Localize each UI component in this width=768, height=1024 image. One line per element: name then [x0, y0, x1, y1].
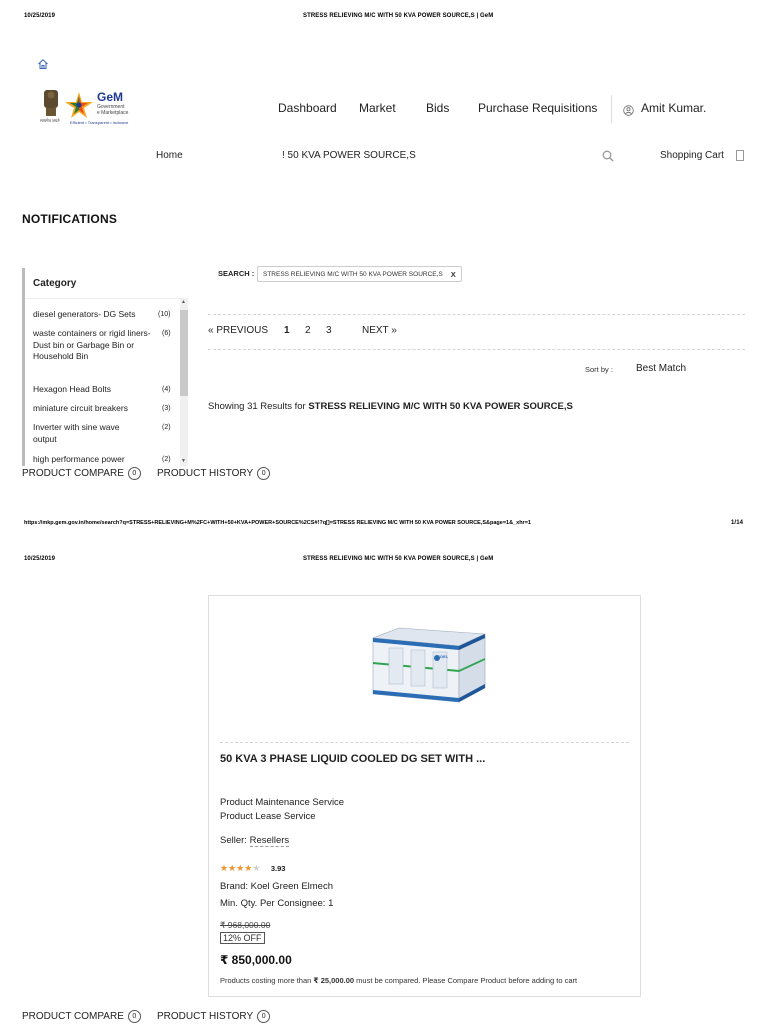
- product-card-divider: [220, 742, 629, 743]
- category-count: (2): [162, 456, 171, 463]
- gem-line2: e Marketplace: [97, 110, 129, 116]
- search-icon[interactable]: [602, 149, 614, 167]
- category-count: (4): [162, 386, 171, 393]
- pagination-divider-top: [208, 314, 745, 315]
- product-service-maintenance: Product Maintenance Service: [220, 797, 345, 808]
- print-title-2: STRESS RELIEVING M/C WITH 50 KVA POWER S…: [303, 556, 494, 562]
- product-compare-count: 0: [127, 1010, 141, 1023]
- note-prefix: Products costing more than: [220, 976, 312, 985]
- pagination-page-1[interactable]: 1: [284, 325, 290, 336]
- results-summary: Showing 31 Results for STRESS RELIEVING …: [208, 401, 573, 412]
- product-rating: ★★★★★ 3.93: [220, 858, 285, 876]
- search-filter-chip-text: STRESS RELIEVING M/C WITH 50 KVA POWER S…: [263, 270, 443, 278]
- print-date: 10/25/2019: [24, 13, 56, 19]
- product-rating-value: 3.93: [270, 864, 286, 873]
- product-compare-label: PRODUCT COMPARE: [22, 468, 124, 480]
- product-seller: Seller: Resellers: [220, 835, 290, 847]
- category-count: (3): [162, 405, 171, 412]
- print-page-number: 1/14: [731, 520, 744, 526]
- product-history[interactable]: PRODUCT HISTORY 0: [157, 467, 271, 480]
- nav-divider: [611, 95, 612, 123]
- sort-select[interactable]: Best Match: [636, 363, 686, 374]
- print-title: STRESS RELIEVING M/C WITH 50 KVA POWER S…: [303, 13, 494, 19]
- gem-logo[interactable]: सत्यमेव जयते GeM Government e Marketplac…: [40, 88, 136, 128]
- category-item-hexagon-head-bolts[interactable]: Hexagon Head Bolts: [33, 384, 151, 396]
- product-history-label: PRODUCT HISTORY: [157, 468, 254, 480]
- category-title: Category: [33, 278, 77, 289]
- product-history-label: PRODUCT HISTORY: [157, 1011, 254, 1023]
- close-icon[interactable]: X: [451, 270, 456, 279]
- star-icon: ★: [228, 863, 237, 873]
- gem-tagline: Efficient • Transparent • Inclusive: [70, 120, 129, 125]
- category-item-miniature-circuit-breakers[interactable]: miniature circuit breakers: [33, 403, 151, 415]
- sort-label: Sort by :: [585, 365, 613, 374]
- user-menu[interactable]: Amit Kumar.: [641, 101, 706, 115]
- pagination-next[interactable]: NEXT »: [362, 325, 397, 336]
- product-history-count: 0: [257, 467, 271, 480]
- category-count: (10): [158, 311, 171, 318]
- nav-dashboard[interactable]: Dashboard: [278, 101, 337, 115]
- cart-icon[interactable]: [736, 150, 744, 161]
- category-count: (6): [162, 330, 171, 337]
- product-seller-label: Seller:: [220, 835, 247, 846]
- product-mrp: ₹ 968,000.00: [220, 920, 271, 930]
- user-icon: [623, 103, 634, 121]
- pagination-previous[interactable]: « PREVIOUS: [208, 325, 268, 336]
- product-min-qty: Min. Qty. Per Consignee: 1: [220, 898, 334, 909]
- product-history-count: 0: [257, 1010, 271, 1023]
- nav-market[interactable]: Market: [359, 101, 396, 115]
- emblem-text: सत्यमेव जयते: [40, 118, 60, 123]
- scroll-up-icon[interactable]: ▲: [181, 299, 186, 305]
- product-brand: Brand: Koel Green Elmech: [220, 881, 334, 892]
- pagination-divider-bottom: [208, 349, 745, 350]
- product-service-lease: Product Lease Service: [220, 811, 316, 822]
- search-filter-chip: STRESS RELIEVING M/C WITH 50 KVA POWER S…: [257, 266, 462, 282]
- category-divider: [25, 298, 187, 299]
- gem-star-icon: [65, 92, 93, 118]
- category-panel: Category diesel generators- DG Sets (10)…: [22, 268, 190, 466]
- results-query: STRESS RELIEVING M/C WITH 50 KVA POWER S…: [308, 401, 573, 412]
- results-prefix: Showing 31 Results for: [208, 401, 306, 412]
- product-compare-2[interactable]: PRODUCT COMPARE 0: [22, 1010, 141, 1023]
- product-title[interactable]: 50 KVA 3 PHASE LIQUID COOLED DG SET WITH…: [220, 753, 485, 765]
- note-suffix: must be compared. Please Compare Product…: [356, 976, 578, 985]
- product-history-2[interactable]: PRODUCT HISTORY 0: [157, 1010, 271, 1023]
- nav-bids[interactable]: Bids: [426, 101, 449, 115]
- star-icon: ★: [220, 863, 229, 873]
- product-compare-note: Products costing more than ₹ 25,000.00 m…: [220, 976, 577, 985]
- star-empty-icon: ★: [252, 863, 261, 873]
- product-price: ₹ 850,000.00: [220, 953, 292, 967]
- product-compare-label: PRODUCT COMPARE: [22, 1011, 124, 1023]
- shopping-cart-link[interactable]: Shopping Cart: [660, 150, 724, 161]
- product-compare[interactable]: PRODUCT COMPARE 0: [22, 467, 141, 480]
- print-date-2: 10/25/2019: [24, 556, 56, 562]
- note-amount: ₹ 25,000.00: [313, 976, 355, 985]
- product-discount-badge: 12% OFF: [220, 932, 265, 944]
- product-image-brand: KOEL: [437, 654, 449, 659]
- search-filter-label: SEARCH :: [218, 269, 255, 278]
- print-url: https://mkp.gem.gov.in/home/search?q=STR…: [24, 520, 531, 526]
- category-item-waste-containers[interactable]: waste containers or rigid liners- Dust b…: [33, 328, 155, 363]
- product-compare-count: 0: [127, 467, 141, 480]
- pagination-page-3[interactable]: 3: [326, 325, 332, 336]
- scroll-down-icon[interactable]: ▼: [181, 458, 186, 464]
- notifications-title: NOTIFICATIONS: [22, 212, 118, 226]
- category-scroll-thumb[interactable]: [180, 310, 188, 396]
- product-card[interactable]: KOEL 50 KVA 3 PHASE LIQUID COOLED DG SET…: [208, 595, 641, 997]
- product-seller-link[interactable]: Resellers: [249, 835, 290, 847]
- product-image[interactable]: KOEL: [359, 624, 489, 713]
- home-icon[interactable]: [37, 57, 49, 75]
- category-item-diesel-generators[interactable]: diesel generators- DG Sets: [33, 309, 151, 321]
- category-count: (2): [162, 424, 171, 431]
- gem-brand: GeM: [97, 90, 124, 104]
- category-item-high-performance-power[interactable]: high performance power: [33, 454, 151, 466]
- category-item-inverter[interactable]: Inverter with sine wave output: [33, 422, 143, 445]
- search-input[interactable]: ! 50 KVA POWER SOURCE,S: [282, 150, 592, 164]
- home-link[interactable]: Home: [156, 150, 183, 161]
- pagination-page-2[interactable]: 2: [305, 325, 311, 336]
- nav-purchase-requisitions[interactable]: Purchase Requisitions: [478, 101, 597, 115]
